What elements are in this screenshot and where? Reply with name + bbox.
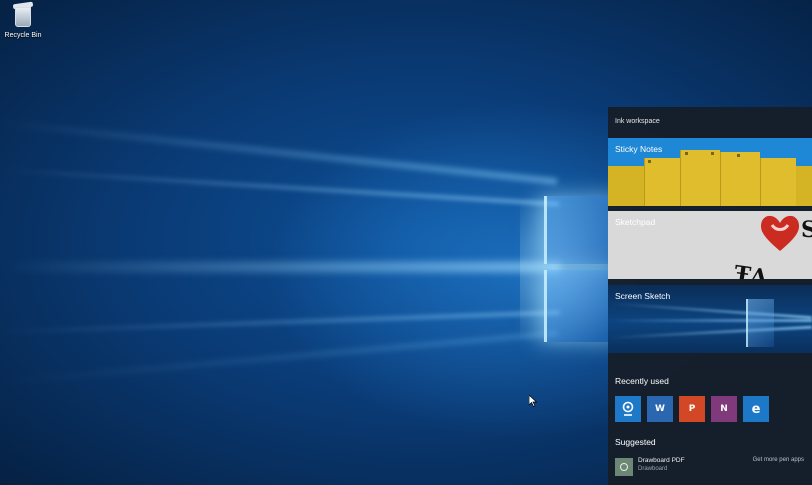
- tile-label: Sketchpad: [615, 217, 656, 227]
- tile-label: Screen Sketch: [615, 291, 671, 301]
- tile-label: Sticky Notes: [615, 144, 663, 154]
- wallpaper-light-beam: [0, 331, 559, 384]
- recycle-bin-icon: [12, 1, 34, 28]
- word-icon[interactable]: W: [647, 396, 673, 422]
- suggested-app-publisher: Drawboard: [638, 466, 668, 472]
- wallpaper-light-beam: [0, 310, 560, 334]
- wallpaper-light-beam: [0, 262, 560, 272]
- edge-icon[interactable]: e: [743, 396, 769, 422]
- sketch-scribble: S: [801, 217, 812, 243]
- suggested-app-name: Drawboard PDF: [638, 457, 685, 464]
- drawboard-icon: [615, 458, 633, 476]
- sticky-notes-tile[interactable]: Sticky Notes: [608, 138, 812, 206]
- screen-sketch-tile[interactable]: Screen Sketch: [608, 285, 812, 353]
- recycle-bin-label: Recycle Bin: [4, 32, 42, 39]
- powerpoint-icon[interactable]: P: [679, 396, 705, 422]
- suggested-heading: Suggested: [615, 437, 656, 447]
- panel-title: Ink workspace: [615, 118, 660, 125]
- ink-workspace-panel: Ink workspace Sticky Notes ŦΛ S Sketchpa…: [608, 107, 812, 485]
- sketchpad-tile[interactable]: ŦΛ S Sketchpad: [608, 211, 812, 279]
- onenote-icon[interactable]: N: [711, 396, 737, 422]
- maps-app-icon[interactable]: [615, 396, 641, 422]
- sketch-scribble: ŦΛ: [732, 260, 770, 279]
- recycle-bin-shortcut[interactable]: Recycle Bin: [2, 1, 44, 39]
- get-more-pen-apps-link[interactable]: Get more pen apps: [753, 457, 804, 463]
- heart-drawing: [760, 215, 800, 251]
- recently-used-heading: Recently used: [615, 376, 669, 386]
